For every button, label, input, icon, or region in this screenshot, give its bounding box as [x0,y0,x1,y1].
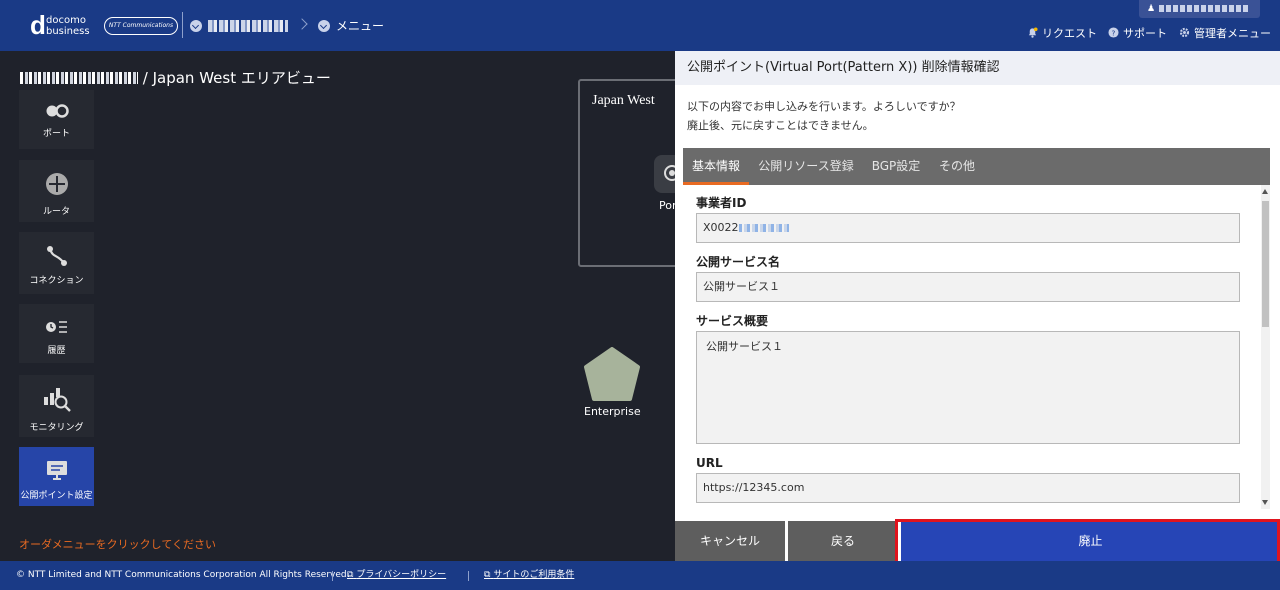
footer: © NTT Limited and NTT Communications Cor… [0,561,1280,590]
privacy-policy-label: プライバシーポリシー [356,570,447,580]
scroll-down-arrow-icon[interactable] [1262,500,1268,505]
detail-tabs: 基本情報 公開リソース登録 BGP設定 その他 [683,148,1270,185]
user-icon: ♟ [1147,4,1156,14]
service-summary-label: サービス概要 [696,314,769,328]
bell-icon [1028,27,1038,38]
ntt-communications-logo: NTT Communications [104,17,178,35]
support-label: サポート [1123,27,1167,40]
router-icon [46,173,68,195]
public-point-icon [47,461,67,480]
terms-of-use-link[interactable]: ⧉ サイトのご利用条件 [484,561,574,590]
help-icon: ? [1108,27,1119,38]
tenant-name-redacted[interactable] [208,20,288,32]
logo-line-1: docomo [46,15,86,26]
abolish-button-highlight [895,519,1280,564]
operator-id-field[interactable]: X0022 [696,213,1240,243]
confirmation-line-2: 廃止後、元に戻すことはできません。 [687,119,874,132]
cancel-button[interactable]: キャンセル [675,521,785,561]
page-title: / Japan West エリアビュー [20,68,331,88]
sidebar-item-history[interactable]: 履歴 [19,304,94,363]
sidebar-item-label: モニタリング [29,423,84,433]
order-menu-hint: オーダメニューをクリックしてください [19,538,217,551]
form-scrollbar[interactable] [1261,185,1270,509]
url-label: URL [696,456,723,470]
user-account-button[interactable]: ♟ [1139,0,1260,18]
footer-divider [332,571,333,581]
gear-icon [1179,27,1190,38]
port-icon [46,104,69,118]
tab-basic-info[interactable]: 基本情報 [683,148,749,185]
footer-divider [468,571,469,581]
delete-confirmation-panel: 公開ポイント(Virtual Port(Pattern X)) 削除情報確認 以… [675,51,1280,561]
docomo-business-logo[interactable]: d docomo business [30,12,94,38]
confirmation-message: 以下の内容でお申し込みを行います。よろしいですか？ 廃止後、元に戻すことはできま… [687,97,961,135]
header-divider [182,12,183,38]
external-link-icon: ⧉ [484,570,491,580]
admin-menu-link[interactable]: 管理者メニュー [1179,27,1271,41]
sidebar-item-public-point-settings[interactable]: 公開ポイント設定 [19,447,94,506]
sidebar-item-label: ルータ [42,207,70,217]
connection-icon [47,246,67,266]
service-name-label: 公開サービス名 [696,255,781,269]
operator-id-value: X0022 [703,221,739,234]
external-link-icon: ⧉ [347,570,354,580]
tenant-name-redacted [20,72,138,84]
area-box-japan-west[interactable]: Japan West Por [578,79,688,267]
tenant-dropdown-icon[interactable] [190,20,202,32]
operator-id-redacted [738,224,789,232]
menu-dropdown-icon[interactable] [318,20,330,32]
tab-other[interactable]: その他 [931,148,983,185]
sidebar-item-label: ポート [42,129,70,139]
sidebar-item-connection[interactable]: コネクション [19,232,94,294]
menu-link[interactable]: メニュー [336,18,384,34]
breadcrumb-chevron-icon [296,18,308,30]
sidebar-item-monitoring[interactable]: モニタリング [19,375,94,437]
port-node-label: Por [659,199,677,212]
history-icon [46,321,67,333]
tab-public-resource-registration[interactable]: 公開リソース登録 [753,148,859,185]
request-label: リクエスト [1042,27,1097,40]
admin-menu-label: 管理者メニュー [1194,27,1271,40]
area-title: Japan West [592,93,655,108]
request-link[interactable]: リクエスト [1027,27,1097,41]
operator-id-label: 事業者ID [696,196,747,210]
enterprise-node-label: Enterprise [584,405,641,418]
user-name-redacted [1159,5,1250,12]
logo-line-2: business [46,26,90,37]
privacy-policy-link[interactable]: ⧉ プライバシーポリシー [347,561,446,590]
panel-title: 公開ポイント(Virtual Port(Pattern X)) 削除情報確認 [675,51,1280,85]
sidebar-item-port[interactable]: ポート [19,90,94,149]
top-header: d docomo business NTT Communications メニュ… [0,0,1280,51]
confirmation-line-1: 以下の内容でお申し込みを行います。よろしいですか？ [687,100,961,113]
svg-text:?: ? [1112,28,1116,37]
form-scroll-area[interactable]: 事業者ID X0022 公開サービス名 公開サービス１ サービス概要 公開サービ… [683,185,1270,509]
tab-bgp-settings[interactable]: BGP設定 [865,148,927,185]
sidebar-item-label: 履歴 [47,346,66,356]
scrollbar-thumb[interactable] [1262,201,1269,327]
url-field[interactable]: https://12345.com [696,473,1240,503]
sidebar-item-router[interactable]: ルータ [19,160,94,222]
copyright-text: © NTT Limited and NTT Communications Cor… [16,570,350,580]
terms-of-use-label: サイトのご利用条件 [493,570,575,580]
monitoring-icon [44,388,71,412]
sidebar-item-label: 公開ポイント設定 [20,491,93,501]
page-title-text: / Japan West エリアビュー [142,69,331,87]
back-button[interactable]: 戻る [788,521,898,561]
service-name-field[interactable]: 公開サービス１ [696,272,1240,302]
sidebar-item-label: コネクション [29,276,84,286]
enterprise-node-icon[interactable] [584,347,640,403]
service-summary-field[interactable]: 公開サービス１ [696,331,1240,444]
support-link[interactable]: ? サポート [1108,27,1167,41]
logo-d: d [30,10,46,40]
scroll-up-arrow-icon[interactable] [1262,189,1268,194]
